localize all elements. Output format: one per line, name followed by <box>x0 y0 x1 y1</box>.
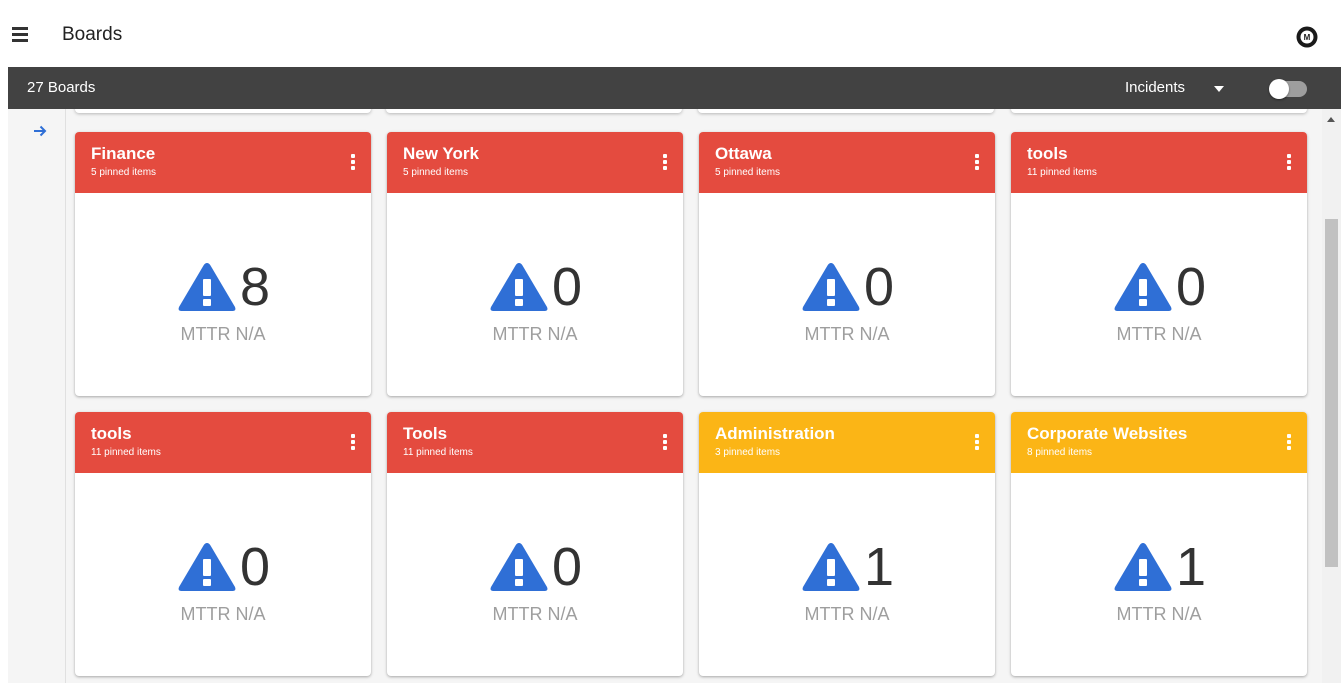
scrollbar-thumb[interactable] <box>1325 219 1338 567</box>
hamburger-menu-icon[interactable] <box>10 21 44 49</box>
incident-metric: 0 <box>1011 252 1307 322</box>
page-title: Boards <box>62 24 123 45</box>
incident-count: 0 <box>239 537 271 597</box>
board-card[interactable]: New York 5 pinned items 0 MTTR N/A <box>387 132 683 396</box>
mttr-label: MTTR N/A <box>492 604 578 624</box>
more-vert-icon[interactable] <box>349 432 357 454</box>
warning-icon <box>1114 263 1172 311</box>
warning-icon <box>802 263 860 311</box>
card-title: Finance <box>91 144 156 163</box>
arrow-right-icon[interactable] <box>32 123 48 139</box>
card-pinned-count: 3 pinned items <box>715 447 781 458</box>
view-toggle[interactable] <box>1269 79 1307 99</box>
mttr-label: MTTR N/A <box>1116 324 1202 344</box>
incident-metric: 1 <box>1011 532 1307 602</box>
toggle-knob[interactable] <box>1269 79 1289 99</box>
warning-icon <box>1114 543 1172 591</box>
board-card[interactable]: Ottawa 5 pinned items 0 MTTR N/A <box>699 132 995 396</box>
card-header: New York 5 pinned items <box>387 132 683 193</box>
warning-icon <box>178 263 236 311</box>
card-header: Administration 3 pinned items <box>699 412 995 473</box>
scrollbar[interactable] <box>1322 109 1341 683</box>
card-title: Administration <box>715 424 835 443</box>
warning-icon <box>490 263 548 311</box>
view-select[interactable]: Incidents <box>1125 79 1185 96</box>
boards-toolbar: 27 Boards Incidents <box>8 67 1341 109</box>
board-card[interactable]: Tools 11 pinned items 0 MTTR N/A <box>387 412 683 676</box>
card-header: Corporate Websites 8 pinned items <box>1011 412 1307 473</box>
board-count: 27 Boards <box>27 79 96 96</box>
boards-grid: Finance 5 pinned items 8 MTTR N/A New York 5 … <box>66 109 1322 683</box>
incident-metric: 0 <box>699 252 995 322</box>
warning-icon <box>178 543 236 591</box>
more-vert-icon[interactable] <box>973 432 981 454</box>
card-pinned-count: 11 pinned items <box>91 447 161 458</box>
card-header: Ottawa 5 pinned items <box>699 132 995 193</box>
card-title: Tools <box>403 424 448 443</box>
svg-text:M: M <box>1304 33 1311 42</box>
card-stub <box>698 109 994 113</box>
incident-count: 1 <box>863 537 895 597</box>
board-card[interactable]: Finance 5 pinned items 8 MTTR N/A <box>75 132 371 396</box>
card-header: tools 11 pinned items <box>75 412 371 473</box>
board-card[interactable]: Administration 3 pinned items 1 MTTR N/A <box>699 412 995 676</box>
warning-icon <box>490 543 548 591</box>
mttr-label: MTTR N/A <box>180 604 266 624</box>
card-pinned-count: 5 pinned items <box>715 167 781 178</box>
card-pinned-count: 8 pinned items <box>1027 447 1093 458</box>
more-vert-icon[interactable] <box>349 152 357 174</box>
mttr-label: MTTR N/A <box>1116 604 1202 624</box>
card-stub <box>1011 109 1307 113</box>
more-vert-icon[interactable] <box>661 432 669 454</box>
incident-count: 1 <box>1175 537 1207 597</box>
board-card[interactable]: tools 11 pinned items 0 MTTR N/A <box>75 412 371 676</box>
mttr-label: MTTR N/A <box>492 324 578 344</box>
incident-count: 8 <box>239 257 271 317</box>
more-vert-icon[interactable] <box>973 152 981 174</box>
card-title: tools <box>1027 144 1068 163</box>
incident-count: 0 <box>551 537 583 597</box>
chevron-down-icon[interactable] <box>1214 86 1224 92</box>
incident-count: 0 <box>1175 257 1207 317</box>
card-title: Corporate Websites <box>1027 424 1188 443</box>
card-title: tools <box>91 424 132 443</box>
more-vert-icon[interactable] <box>1285 432 1293 454</box>
more-vert-icon[interactable] <box>661 152 669 174</box>
card-header: Tools 11 pinned items <box>387 412 683 473</box>
warning-icon <box>802 543 860 591</box>
card-header: tools 11 pinned items <box>1011 132 1307 193</box>
card-header: Finance 5 pinned items <box>75 132 371 193</box>
incident-metric: 0 <box>75 532 371 602</box>
incident-metric: 0 <box>387 532 683 602</box>
card-pinned-count: 11 pinned items <box>1027 167 1097 178</box>
card-pinned-count: 5 pinned items <box>91 167 157 178</box>
sidebar <box>8 109 66 683</box>
incident-metric: 8 <box>75 252 371 322</box>
card-pinned-count: 5 pinned items <box>403 167 469 178</box>
app-header: Boards M <box>0 0 1341 67</box>
incident-metric: 0 <box>387 252 683 322</box>
mttr-label: MTTR N/A <box>804 324 890 344</box>
board-card[interactable]: tools 11 pinned items 0 MTTR N/A <box>1011 132 1307 396</box>
company-logo-icon[interactable]: M <box>1296 26 1318 48</box>
card-stub <box>75 109 371 113</box>
more-vert-icon[interactable] <box>1285 152 1293 174</box>
incident-count: 0 <box>551 257 583 317</box>
mttr-label: MTTR N/A <box>180 324 266 344</box>
card-pinned-count: 11 pinned items <box>403 447 473 458</box>
card-stub <box>386 109 682 113</box>
incident-metric: 1 <box>699 532 995 602</box>
incident-count: 0 <box>863 257 895 317</box>
board-card[interactable]: Corporate Websites 8 pinned items 1 MTTR N/… <box>1011 412 1307 676</box>
card-title: Ottawa <box>715 144 772 163</box>
mttr-label: MTTR N/A <box>804 604 890 624</box>
card-title: New York <box>403 144 479 163</box>
scroll-up-icon[interactable] <box>1327 117 1335 122</box>
